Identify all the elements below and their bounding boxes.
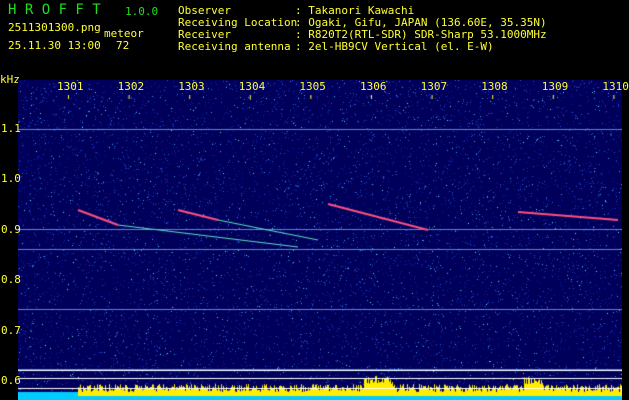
x-tick-label: 1302 xyxy=(117,80,145,93)
y-tick-label: 0.9 xyxy=(1,222,21,236)
meteor-count: 72 xyxy=(116,39,130,52)
x-tick-label: 1303 xyxy=(178,80,205,93)
filename: 2511301300.png xyxy=(8,21,101,34)
app-name: H R O F F T xyxy=(8,2,101,18)
x-tick-label: 1301 xyxy=(57,80,84,93)
y-axis-label: kHz xyxy=(0,73,20,86)
x-tick-label: 1308 xyxy=(481,80,508,93)
y-tick-label: 1.1 xyxy=(1,122,21,135)
y-tick-label: 1.0 xyxy=(1,172,21,186)
version: 1.0.0 xyxy=(125,5,159,18)
info-value: : 2el-HB9CV Vertical (el. E-W) xyxy=(295,40,494,53)
y-tick-label: 0.8 xyxy=(1,273,21,287)
x-tick-label: 1309 xyxy=(541,80,569,93)
datetime: 25.11.30 13:00 xyxy=(8,39,101,52)
y-tick-label: 0.7 xyxy=(1,323,21,337)
spectrogram xyxy=(18,80,622,400)
y-tick-label: 0.6 xyxy=(1,374,21,387)
x-tick-label: 1304 xyxy=(238,80,266,93)
x-tick-label: 1310 xyxy=(602,80,629,93)
x-tick-label: 1306 xyxy=(360,80,387,93)
x-tick-label: 1305 xyxy=(299,80,326,93)
x-tick-label: 1307 xyxy=(420,80,448,93)
info-label: Receiving antenna xyxy=(178,40,291,53)
